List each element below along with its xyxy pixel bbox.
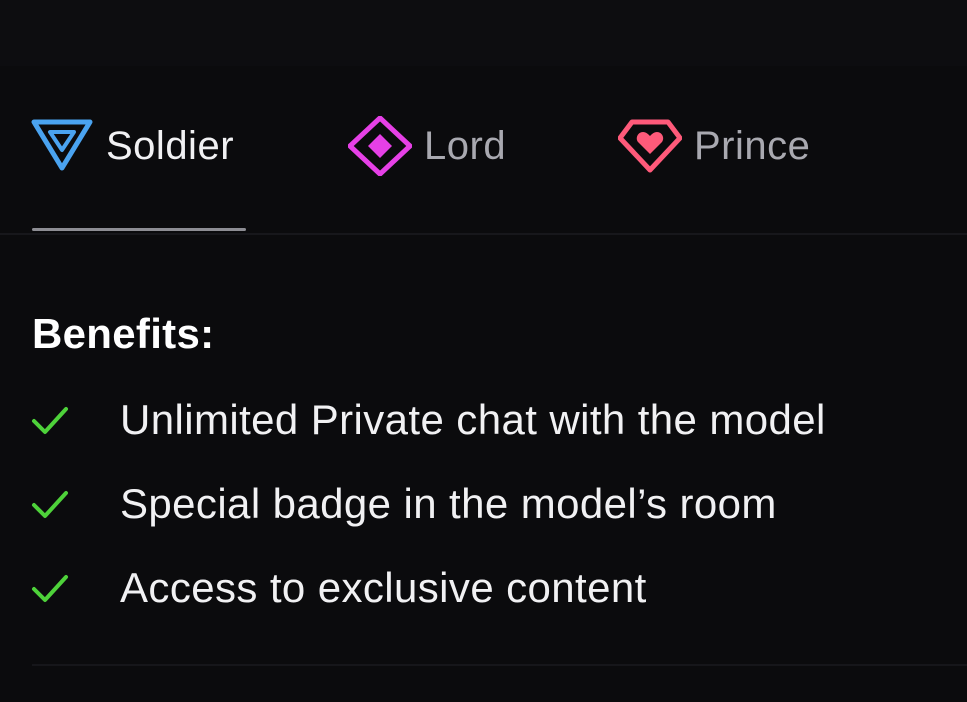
tab-label-prince: Prince <box>694 124 811 168</box>
check-icon <box>30 400 70 440</box>
benefit-item: Unlimited Private chat with the model <box>30 392 826 448</box>
prince-badge-icon <box>618 116 682 176</box>
check-icon <box>30 568 70 608</box>
tabs-divider <box>0 233 967 235</box>
bottom-divider <box>32 664 967 666</box>
soldier-badge-icon <box>30 116 94 176</box>
check-icon <box>30 484 70 524</box>
tab-prince[interactable]: Prince <box>618 116 810 176</box>
benefits-title: Benefits: <box>32 310 215 357</box>
lord-badge-icon <box>348 116 412 176</box>
benefit-text: Special badge in the model’s room <box>120 480 777 527</box>
tab-label-soldier: Soldier <box>106 124 235 168</box>
benefit-text: Unlimited Private chat with the model <box>120 396 826 443</box>
top-bar <box>0 0 967 66</box>
benefit-item: Special badge in the model’s room <box>30 476 777 532</box>
benefit-item: Access to exclusive content <box>30 560 647 616</box>
tab-soldier[interactable]: Soldier <box>30 116 234 176</box>
tab-label-lord: Lord <box>424 124 507 168</box>
active-tab-indicator <box>32 228 246 231</box>
tab-lord[interactable]: Lord <box>348 116 506 176</box>
benefit-text: Access to exclusive content <box>120 564 647 611</box>
tier-tabs: Soldier Lord Prince <box>0 66 967 234</box>
